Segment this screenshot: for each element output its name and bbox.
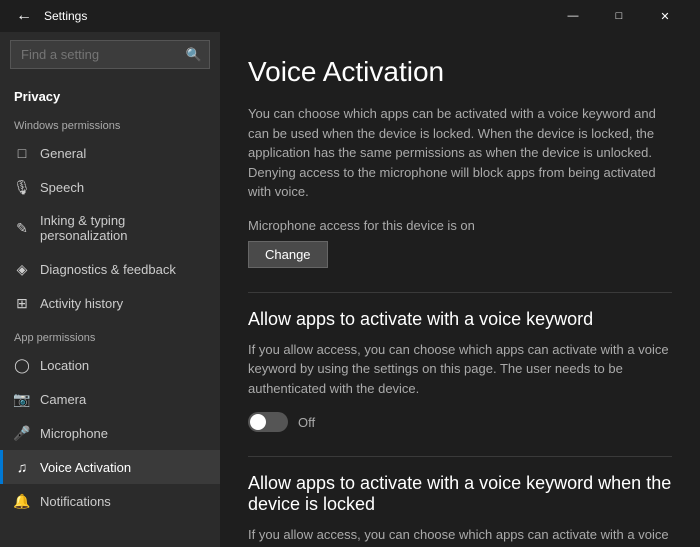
microphone-icon: 🎤 [14, 425, 30, 441]
divider-2 [248, 456, 672, 457]
privacy-label: Privacy [0, 77, 220, 108]
content-area: Voice Activation You can choose which ap… [220, 32, 700, 547]
inking-icon: ✎ [14, 220, 30, 236]
close-button[interactable]: ✕ [642, 0, 688, 32]
sidebar-item-camera[interactable]: 📷 Camera [0, 382, 220, 416]
general-icon: □ [14, 145, 30, 161]
main-layout: 🔍 Privacy Windows permissions □ General … [0, 32, 700, 547]
sidebar-item-label: Inking & typing personalization [40, 213, 206, 243]
sidebar-item-label: Microphone [40, 426, 108, 441]
sidebar-item-activity[interactable]: ⊞ Activity history [0, 286, 220, 320]
sidebar-item-label: Notifications [40, 494, 111, 509]
windows-permissions-label: Windows permissions [0, 108, 220, 136]
sidebar: 🔍 Privacy Windows permissions □ General … [0, 32, 220, 547]
sidebar-item-location[interactable]: ◯ Location [0, 348, 220, 382]
back-button[interactable]: ← [12, 4, 36, 28]
sidebar-item-microphone[interactable]: 🎤 Microphone [0, 416, 220, 450]
sidebar-item-label: Voice Activation [40, 460, 131, 475]
section1-toggle-row: Off [248, 412, 672, 432]
sidebar-item-label: Diagnostics & feedback [40, 262, 176, 277]
sidebar-item-speech[interactable]: 🎙 Speech [0, 170, 220, 204]
minimize-button[interactable]: — [550, 0, 596, 32]
sidebar-item-label: Speech [40, 180, 84, 195]
notifications-icon: 🔔 [14, 493, 30, 509]
section2-title: Allow apps to activate with a voice keyw… [248, 473, 672, 515]
divider-1 [248, 292, 672, 293]
window-title: Settings [44, 9, 87, 23]
diagnostics-icon: ◈ [14, 261, 30, 277]
maximize-button[interactable]: □ [596, 0, 642, 32]
search-input[interactable] [10, 40, 210, 69]
change-button[interactable]: Change [248, 241, 328, 268]
sidebar-item-general[interactable]: □ General [0, 136, 220, 170]
voice-activation-icon: ♫ [14, 459, 30, 475]
mic-status: Microphone access for this device is on [248, 218, 672, 233]
sidebar-item-label: Camera [40, 392, 86, 407]
title-bar: ← Settings — □ ✕ [0, 0, 700, 32]
search-box: 🔍 [10, 40, 210, 69]
sidebar-item-label: General [40, 146, 86, 161]
section1-toggle-label: Off [298, 415, 315, 430]
section2-desc: If you allow access, you can choose whic… [248, 525, 672, 547]
sidebar-item-notifications[interactable]: 🔔 Notifications [0, 484, 220, 518]
section1-toggle[interactable] [248, 412, 288, 432]
location-icon: ◯ [14, 357, 30, 373]
sidebar-item-voice-activation[interactable]: ♫ Voice Activation [0, 450, 220, 484]
sidebar-item-diagnostics[interactable]: ◈ Diagnostics & feedback [0, 252, 220, 286]
app-permissions-label: App permissions [0, 320, 220, 348]
page-title: Voice Activation [248, 56, 672, 88]
sidebar-item-label: Activity history [40, 296, 123, 311]
sidebar-item-inking[interactable]: ✎ Inking & typing personalization [0, 204, 220, 252]
section1-title: Allow apps to activate with a voice keyw… [248, 309, 672, 330]
speech-icon: 🎙 [14, 179, 30, 195]
activity-icon: ⊞ [14, 295, 30, 311]
camera-icon: 📷 [14, 391, 30, 407]
intro-description: You can choose which apps can be activat… [248, 104, 672, 202]
sidebar-item-label: Location [40, 358, 89, 373]
window-controls: — □ ✕ [550, 0, 688, 32]
search-icon: 🔍 [186, 47, 202, 63]
section1-desc: If you allow access, you can choose whic… [248, 340, 672, 399]
